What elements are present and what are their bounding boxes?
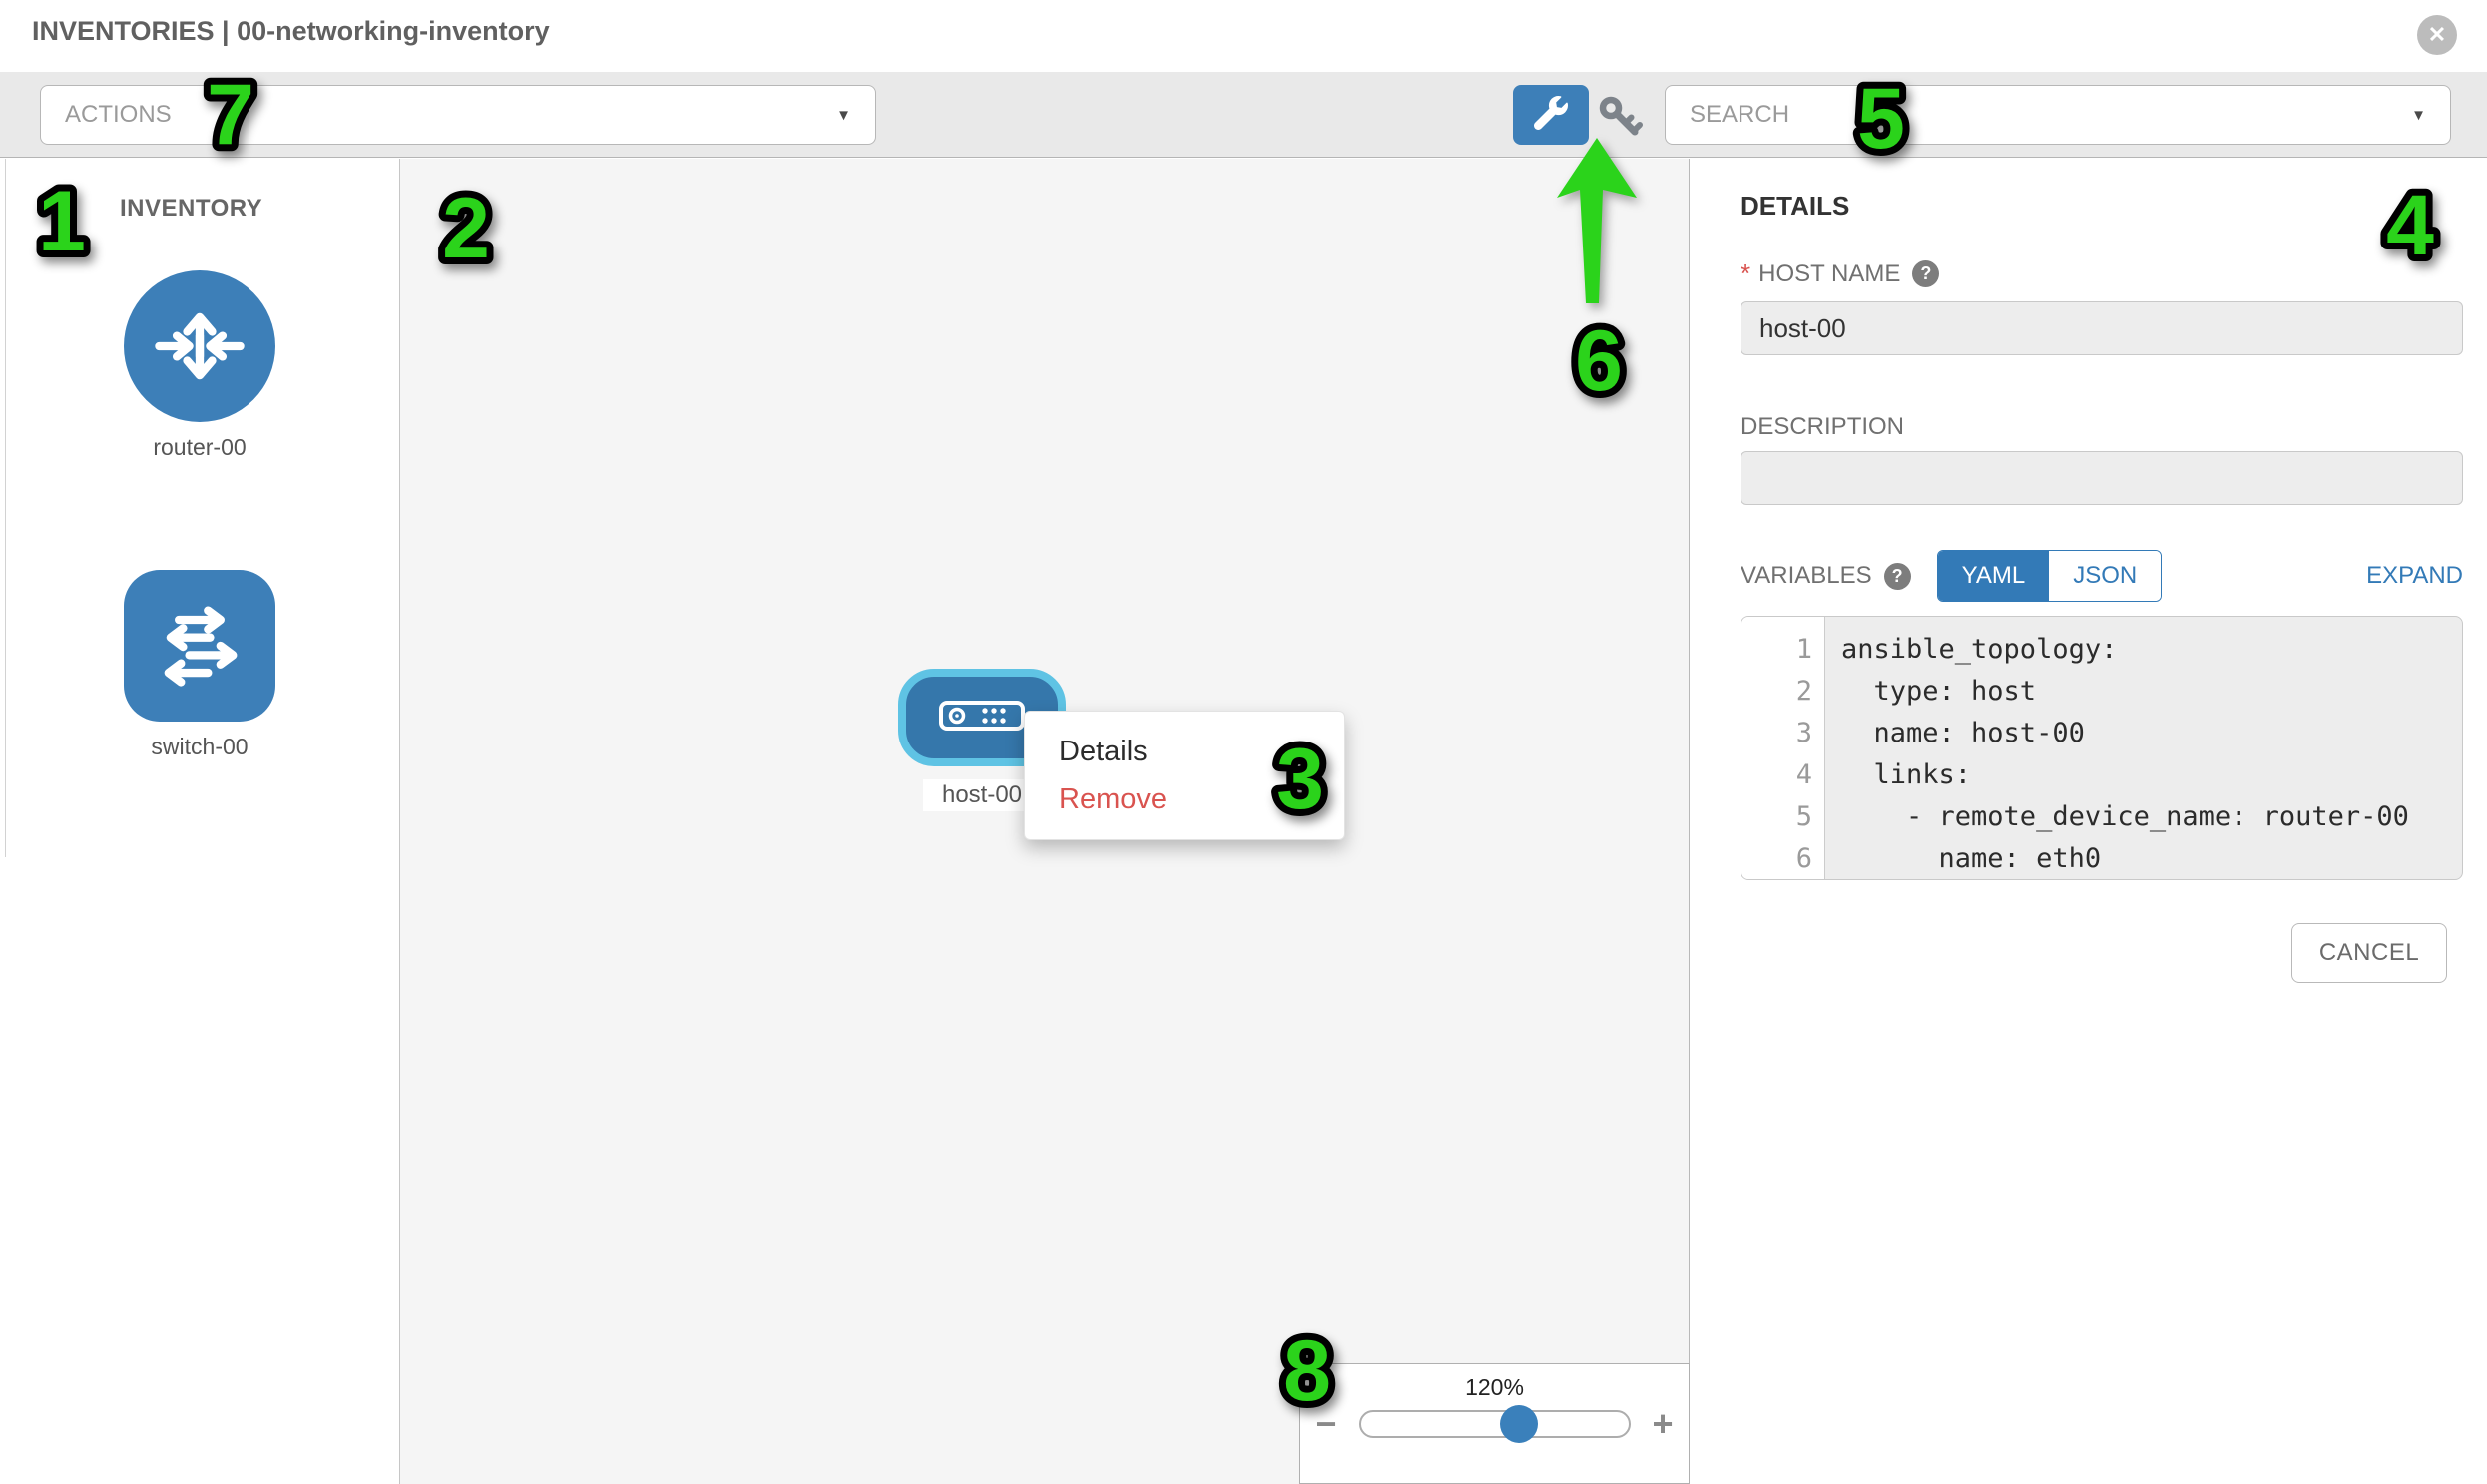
- required-asterisk: *: [1741, 258, 1750, 289]
- host-name-label: * HOST NAME ?: [1741, 258, 1939, 289]
- chevron-down-icon: ▼: [2411, 107, 2426, 124]
- actions-dropdown[interactable]: ACTIONS ▼: [40, 85, 876, 145]
- search-placeholder: SEARCH: [1690, 101, 1789, 129]
- zoom-slider-track[interactable]: [1359, 1410, 1631, 1438]
- toolbar: ACTIONS ▼: [0, 72, 2487, 158]
- code-line-numbers: 1 2 3 4 5 6 7: [1741, 617, 1825, 879]
- description-input[interactable]: [1741, 451, 2463, 505]
- format-toggle: YAML JSON: [1937, 550, 2163, 602]
- zoom-percentage: 120%: [1300, 1374, 1689, 1401]
- close-icon[interactable]: ✕: [2417, 15, 2457, 55]
- toolbox-item-label: router-00: [124, 434, 275, 461]
- toolbox-item-label: switch-00: [124, 734, 275, 760]
- help-question-icon[interactable]: ?: [1884, 563, 1911, 590]
- context-menu-item-remove[interactable]: Remove: [1025, 775, 1344, 823]
- switch-icon: [124, 570, 275, 722]
- chevron-down-icon: ▼: [836, 107, 851, 124]
- actions-placeholder: ACTIONS: [65, 101, 172, 129]
- networking-inventory-screen: INVENTORIES | 00-networking-inventory ✕ …: [0, 0, 2487, 1484]
- toolbox-item-switch[interactable]: switch-00: [124, 570, 275, 760]
- router-icon: [124, 270, 275, 422]
- inventory-toolbox: INVENTORY router-00: [0, 159, 400, 1484]
- sidebar-edge-divider: [5, 159, 6, 857]
- help-question-icon[interactable]: ?: [1912, 260, 1939, 287]
- details-panel: DETAILS * HOST NAME ? DESCRIPTION VARIAB…: [1691, 159, 2487, 1484]
- toolbox-wrench-button[interactable]: [1513, 85, 1589, 145]
- zoom-in-button[interactable]: +: [1653, 1409, 1674, 1439]
- cancel-button[interactable]: CANCEL: [2291, 923, 2447, 983]
- code-line: name: host-00: [1841, 713, 2462, 754]
- json-toggle-button[interactable]: JSON: [2049, 551, 2161, 601]
- zoom-out-button[interactable]: −: [1315, 1409, 1336, 1439]
- description-label: DESCRIPTION: [1741, 413, 1904, 441]
- wrench-icon: [1534, 96, 1568, 135]
- code-line: ansible_topology:: [1841, 629, 2462, 671]
- host-icon: [938, 700, 1026, 737]
- code-line: type: host: [1841, 671, 2462, 713]
- yaml-toggle-button[interactable]: YAML: [1938, 551, 2050, 601]
- code-content[interactable]: ansible_topology: type: host name: host-…: [1825, 617, 2462, 879]
- code-line: name: eth0: [1841, 838, 2462, 880]
- key-icon: [1597, 129, 1645, 146]
- context-menu-item-details[interactable]: Details: [1025, 728, 1344, 775]
- search-dropdown[interactable]: SEARCH ▼: [1665, 85, 2451, 145]
- page-title: INVENTORIES | 00-networking-inventory: [32, 16, 550, 47]
- expand-link[interactable]: EXPAND: [2366, 562, 2463, 590]
- node-context-menu: Details Remove: [1024, 711, 1345, 840]
- variables-code-editor[interactable]: 1 2 3 4 5 6 7 ansible_topology: type: ho…: [1741, 616, 2463, 880]
- host-name-input[interactable]: [1741, 301, 2463, 355]
- code-line: links:: [1841, 754, 2462, 796]
- inventory-toolbox-title: INVENTORY: [120, 195, 262, 223]
- variables-row: VARIABLES ? YAML JSON EXPAND: [1741, 548, 2463, 604]
- topology-canvas[interactable]: host-00 Details Remove 120% − +: [400, 159, 1690, 1484]
- zoom-slider-thumb[interactable]: [1500, 1405, 1538, 1443]
- details-panel-title: DETAILS: [1741, 191, 1849, 222]
- key-legend-button[interactable]: [1597, 94, 1645, 142]
- toolbox-item-router[interactable]: router-00: [124, 270, 275, 461]
- header: INVENTORIES | 00-networking-inventory ✕: [0, 0, 2487, 72]
- code-line: - remote_device_name: router-00: [1841, 796, 2462, 838]
- variables-label: VARIABLES ?: [1741, 562, 1911, 590]
- zoom-control: 120% − +: [1299, 1363, 1690, 1484]
